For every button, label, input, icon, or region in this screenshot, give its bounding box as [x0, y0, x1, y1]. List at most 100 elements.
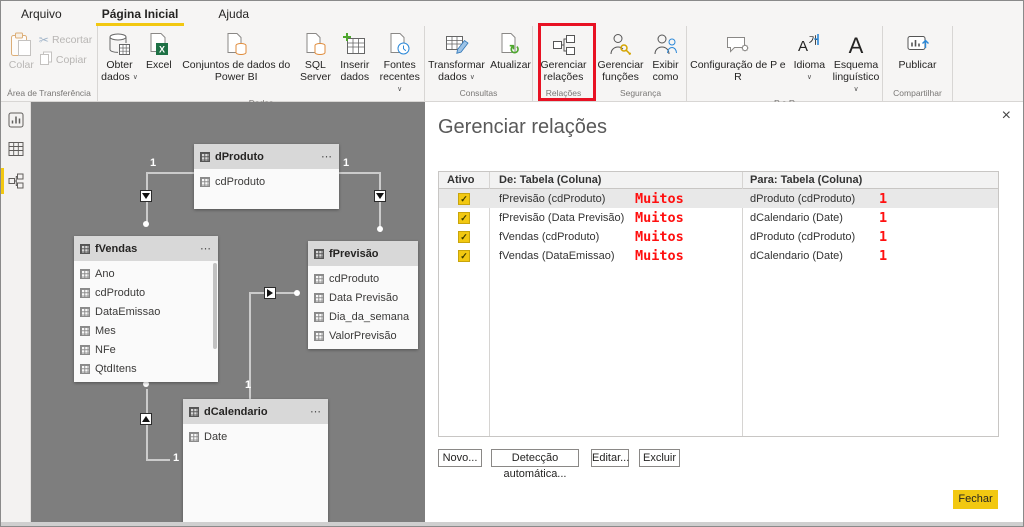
- table-card-header[interactable]: fVendas ⋯: [74, 236, 218, 261]
- active-checkbox[interactable]: ✓: [458, 193, 470, 205]
- autodetect-button[interactable]: Detecção automática...: [491, 449, 579, 467]
- field-row[interactable]: cdProduto: [194, 172, 339, 191]
- filter-direction-arrow-icon: [264, 287, 276, 299]
- svg-text:X: X: [159, 45, 165, 55]
- more-options-icon[interactable]: ⋯: [321, 150, 333, 163]
- publish-icon: [905, 31, 931, 59]
- table-row[interactable]: ✓ fPrevisão (Data Previsão) dCalendario …: [439, 208, 998, 227]
- from-column-value: fPrevisão (Data Previsão): [489, 212, 742, 224]
- table-card-dproduto[interactable]: dProduto ⋯ cdProduto: [194, 144, 339, 209]
- clipboard-icon: [9, 31, 33, 59]
- more-options-icon[interactable]: ⋯: [200, 242, 212, 255]
- tab-ajuda[interactable]: Ajuda: [212, 3, 255, 26]
- group-data: Obter dados ∨ X Excel Conjuntos de dados…: [98, 26, 425, 101]
- relationships-diagram-icon: [551, 31, 576, 59]
- paste-button[interactable]: Colar: [6, 29, 37, 73]
- table-row[interactable]: ✓ fPrevisão (cdProduto) dProduto (cdProd…: [439, 189, 998, 208]
- table-icon: [314, 293, 324, 303]
- view-as-button[interactable]: Exibir como: [647, 29, 685, 85]
- svg-text:A: A: [849, 33, 864, 58]
- chevron-down-icon: ∨: [133, 74, 138, 81]
- table-row[interactable]: ✓ fVendas (cdProduto) dProduto (cdProdut…: [439, 227, 998, 246]
- table-card-dcalendario[interactable]: dCalendario ⋯ Date: [183, 399, 328, 523]
- group-share: Publicar Compartilhar: [883, 26, 953, 101]
- annotation-one: 1: [879, 210, 887, 226]
- column-header-to: Para: Tabela (Coluna): [742, 172, 998, 188]
- tab-arquivo[interactable]: Arquivo: [15, 3, 68, 26]
- close-icon[interactable]: ×: [1002, 107, 1011, 125]
- speech-bubble-gear-icon: [725, 31, 751, 59]
- table-icon: [80, 326, 90, 336]
- enter-data-button[interactable]: Inserir dados: [335, 29, 374, 85]
- annotation-one: 1: [879, 248, 887, 264]
- group-clipboard: Colar ✂ Recortar Copiar Área de Transfe: [1, 26, 98, 101]
- relationship-line[interactable]: [146, 172, 194, 174]
- field-row[interactable]: cdProduto: [74, 283, 218, 302]
- field-row[interactable]: Date: [183, 427, 328, 446]
- field-row[interactable]: Data Previsão: [308, 288, 418, 307]
- manage-roles-button[interactable]: Gerenciar funções: [597, 29, 645, 85]
- table-icon: [200, 177, 210, 187]
- linguistic-schema-button[interactable]: A Esquema linguístico ∨: [830, 29, 882, 98]
- data-view-icon[interactable]: [8, 141, 24, 157]
- language-button[interactable]: A가 Idioma∨: [790, 29, 829, 86]
- to-column-value: dProduto (cdProduto): [742, 193, 998, 205]
- active-checkbox[interactable]: ✓: [458, 231, 470, 243]
- more-options-icon[interactable]: ⋯: [310, 405, 322, 418]
- annotation-muitos: Muitos: [635, 229, 684, 245]
- table-icon: [189, 432, 199, 442]
- edit-button[interactable]: Editar...: [591, 449, 629, 467]
- delete-button[interactable]: Excluir: [639, 449, 680, 467]
- field-row[interactable]: cdProduto: [308, 269, 418, 288]
- card-scrollbar[interactable]: [213, 263, 217, 349]
- model-view-icon[interactable]: [8, 173, 24, 189]
- field-row[interactable]: DataEmissao: [74, 302, 218, 321]
- report-view-icon[interactable]: [8, 112, 24, 128]
- field-row[interactable]: Ano: [74, 264, 218, 283]
- publish-button[interactable]: Publicar: [894, 29, 942, 73]
- transform-data-button[interactable]: Transformar dados ∨: [426, 29, 488, 86]
- table-header-row: Ativo De: Tabela (Coluna) Para: Tabela (…: [439, 172, 998, 189]
- letter-a-icon: A: [844, 31, 868, 59]
- field-row[interactable]: Mes: [74, 321, 218, 340]
- table-card-fvendas[interactable]: fVendas ⋯ Ano cdProduto DataEmissao Mes …: [74, 236, 218, 382]
- chevron-down-icon: ∨: [853, 86, 858, 93]
- to-column-value: dCalendario (Date): [742, 250, 998, 262]
- cut-button[interactable]: ✂ Recortar: [39, 33, 92, 47]
- sql-server-button[interactable]: SQL Server: [297, 29, 334, 85]
- field-row[interactable]: NFe: [74, 340, 218, 359]
- active-checkbox[interactable]: ✓: [458, 250, 470, 262]
- manage-relationships-button[interactable]: Gerenciar relações: [535, 29, 593, 85]
- table-card-header[interactable]: dCalendario ⋯: [183, 399, 328, 424]
- table-card-header[interactable]: dProduto ⋯: [194, 144, 339, 169]
- database-icon: [107, 31, 132, 59]
- table-row[interactable]: ✓ fVendas (DataEmissao) dCalendario (Dat…: [439, 246, 998, 265]
- recent-sources-button[interactable]: Fontes recentes ∨: [375, 29, 424, 98]
- two-persons-icon: [653, 31, 679, 59]
- window-bottom-edge: [1, 522, 1023, 526]
- field-row[interactable]: QtdItens: [74, 359, 218, 378]
- copy-button[interactable]: Copiar: [39, 51, 92, 68]
- active-checkbox[interactable]: ✓: [458, 212, 470, 224]
- excel-button[interactable]: X Excel: [142, 29, 176, 73]
- group-label: Área de Transferência: [1, 88, 97, 101]
- cardinality-one-label: 1: [245, 379, 251, 391]
- refresh-button[interactable]: ↻ Atualizar: [490, 29, 532, 73]
- fechar-button[interactable]: Fechar: [953, 490, 998, 509]
- svg-text:가: 가: [809, 35, 818, 47]
- powerbi-datasets-button[interactable]: Conjuntos de dados do Power BI: [177, 29, 296, 85]
- tab-pagina-inicial[interactable]: Página Inicial: [96, 3, 185, 26]
- new-button[interactable]: Novo...: [438, 449, 482, 467]
- field-row[interactable]: ValorPrevisão: [308, 326, 418, 345]
- relationship-line[interactable]: [339, 172, 381, 174]
- table-card-header[interactable]: fPrevisão: [308, 241, 418, 266]
- annotation-muitos: Muitos: [635, 248, 684, 264]
- table-card-fprevisao[interactable]: fPrevisão cdProduto Data Previsão Dia_da…: [308, 241, 418, 349]
- get-data-button[interactable]: Obter dados ∨: [98, 29, 141, 86]
- qa-setup-button[interactable]: Configuração de P e R: [687, 29, 789, 85]
- relationship-line[interactable]: [146, 389, 148, 461]
- to-column-value: dCalendario (Date): [742, 212, 998, 224]
- relationship-line[interactable]: [146, 459, 170, 461]
- field-row[interactable]: Dia_da_semana: [308, 307, 418, 326]
- selected-view-indicator: [1, 168, 4, 194]
